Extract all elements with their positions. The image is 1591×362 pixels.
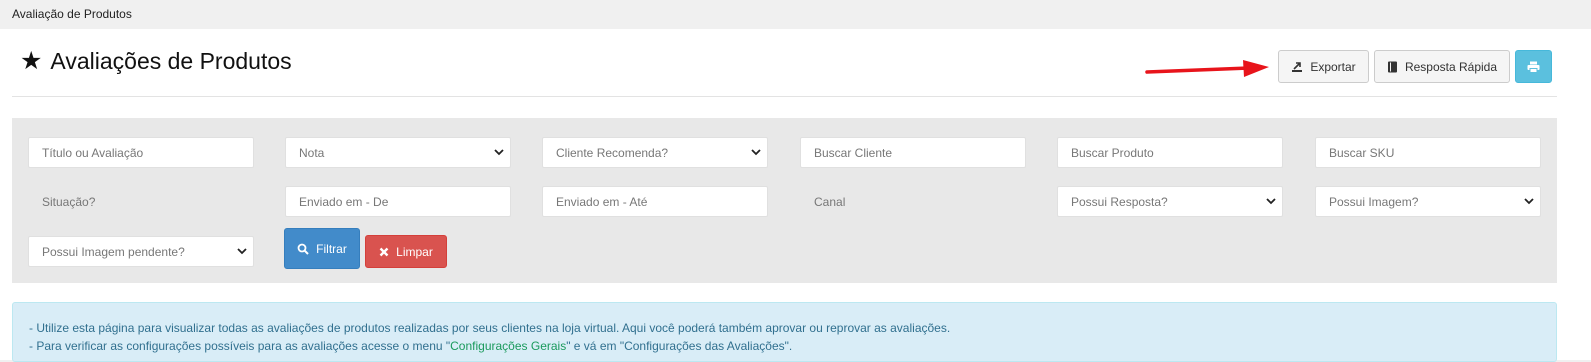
- general-settings-link[interactable]: Configurações Gerais: [450, 339, 566, 353]
- book-icon: [1387, 61, 1397, 72]
- header-divider: [12, 96, 1557, 97]
- quick-reply-button[interactable]: Resposta Rápida: [1374, 50, 1510, 83]
- info-alert: - Utilize esta página para visualizar to…: [12, 302, 1557, 362]
- product-search-input[interactable]: Buscar Produto: [1057, 137, 1283, 168]
- recommends-select[interactable]: Cliente Recomenda?: [542, 137, 768, 168]
- clear-button-label: Limpar: [396, 244, 433, 259]
- export-button[interactable]: Exportar: [1278, 50, 1369, 83]
- chevron-down-icon: [751, 149, 761, 156]
- export-icon: [1292, 61, 1303, 72]
- title-or-review-input[interactable]: Título ou Avaliação: [28, 137, 254, 168]
- page-title: Avaliações de Produtos: [50, 48, 292, 74]
- red-arrow-annotation: [1145, 60, 1269, 77]
- has-reply-select[interactable]: Possui Resposta?: [1057, 186, 1283, 217]
- search-icon: [297, 243, 309, 255]
- sent-to-date-input[interactable]: Enviado em - Até: [542, 186, 768, 217]
- status-filter[interactable]: Situação?: [28, 186, 254, 217]
- customer-search-input[interactable]: Buscar Cliente: [800, 137, 1026, 168]
- filter-button[interactable]: Filtrar: [284, 228, 360, 269]
- rating-select[interactable]: Nota: [285, 137, 511, 168]
- star-icon: ★: [20, 47, 43, 75]
- has-image-select[interactable]: Possui Imagem?: [1315, 186, 1541, 217]
- chevron-down-icon: [494, 149, 504, 156]
- pending-image-select[interactable]: Possui Imagem pendente?: [28, 236, 254, 267]
- info-line-2: - Para verificar as configurações possív…: [29, 339, 793, 353]
- print-button[interactable]: [1515, 50, 1552, 83]
- info-line-1: - Utilize esta página para visualizar to…: [29, 321, 951, 335]
- breadcrumb: Avaliação de Produtos: [12, 7, 132, 21]
- quick-reply-button-label: Resposta Rápida: [1404, 59, 1498, 74]
- chevron-down-icon: [1266, 198, 1276, 205]
- chevron-down-icon: [1524, 198, 1534, 205]
- filter-button-label: Filtrar: [316, 241, 347, 256]
- chevron-down-icon: [237, 248, 247, 255]
- page-header: ★ Avaliações de Produtos: [20, 48, 292, 75]
- channel-filter[interactable]: Canal: [800, 186, 1026, 217]
- sku-search-input[interactable]: Buscar SKU: [1315, 137, 1541, 168]
- print-icon: [1527, 61, 1540, 73]
- close-icon: [379, 247, 389, 256]
- top-bar: Avaliação de Produtos: [0, 0, 1591, 28]
- clear-button[interactable]: Limpar: [365, 235, 447, 268]
- sent-from-date-input[interactable]: Enviado em - De: [285, 186, 511, 217]
- export-button-label: Exportar: [1310, 59, 1356, 74]
